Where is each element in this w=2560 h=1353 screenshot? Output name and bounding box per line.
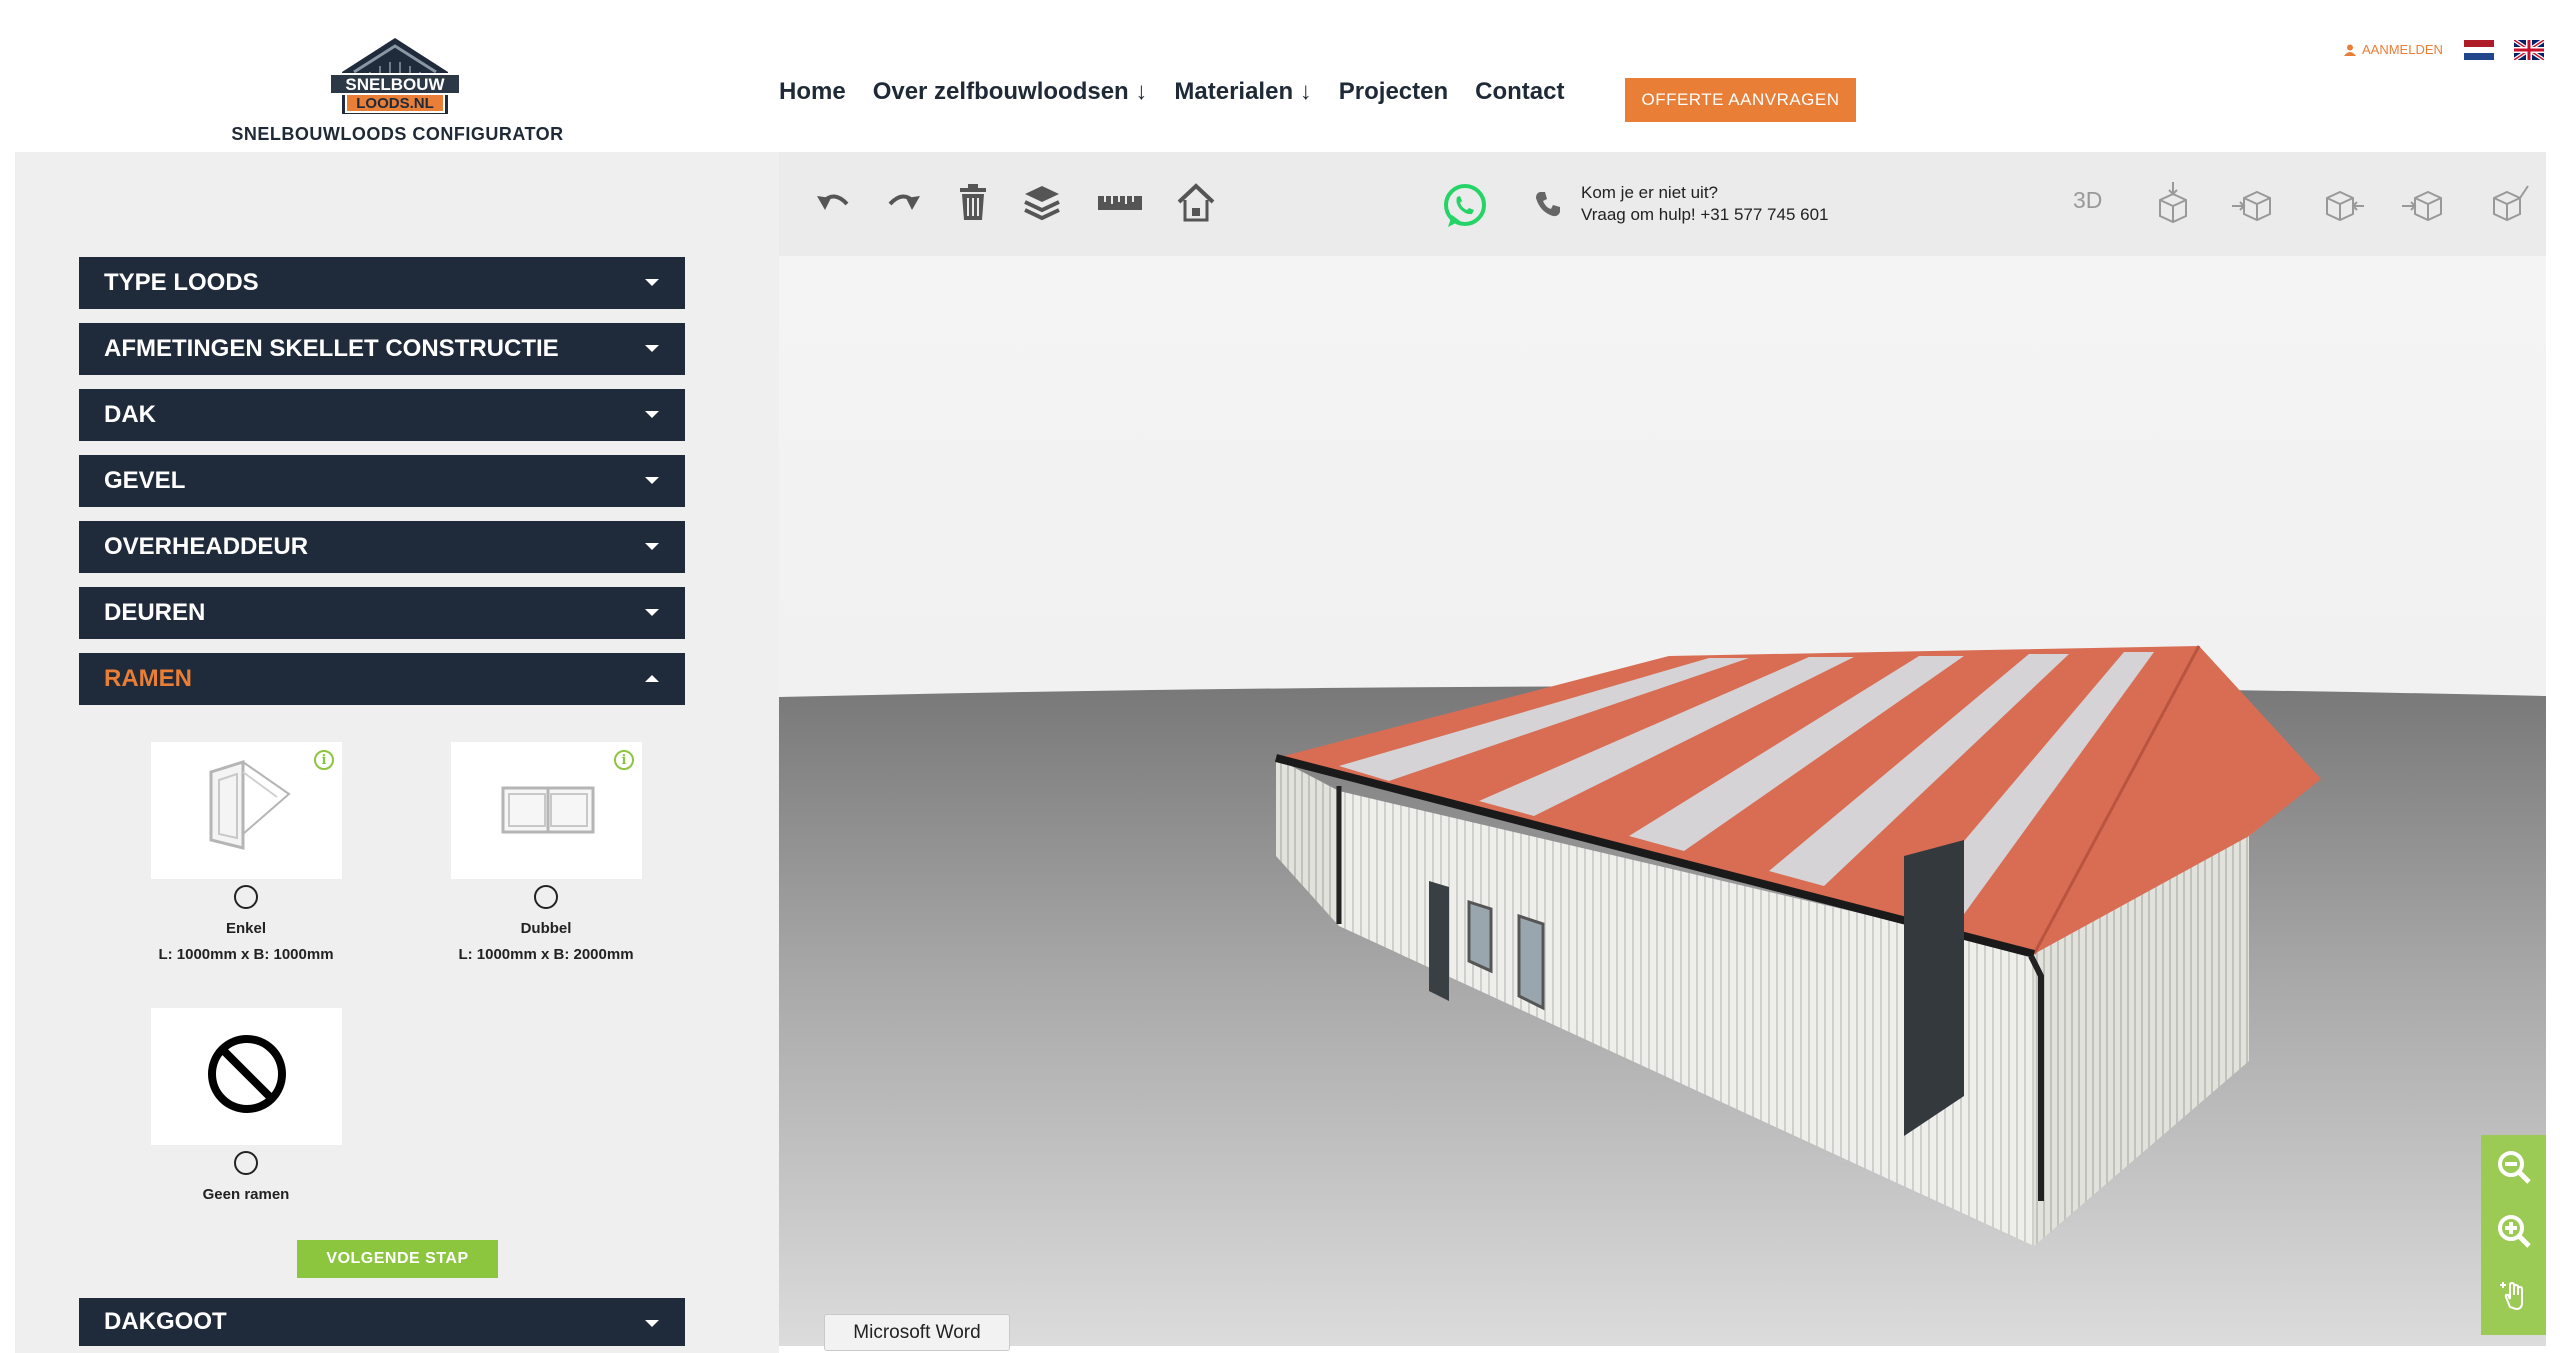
logo-text-1: SNELBOUW <box>345 75 445 94</box>
accordion-afmetingen[interactable]: AFMETINGEN SKELLET CONSTRUCTIE <box>79 323 685 375</box>
pan-button[interactable] <box>2481 1263 2546 1327</box>
caret-down-icon <box>645 1320 659 1327</box>
accordion-label: DAKGOOT <box>104 1308 227 1335</box>
zoom-in-button[interactable] <box>2481 1199 2546 1263</box>
option-card-dubbel[interactable]: i <box>451 742 642 879</box>
nl-flag-icon[interactable] <box>2464 40 2494 60</box>
accordion-label: RAMEN <box>104 665 192 692</box>
site-header: SNELBOUW LOODS.NL SNELBOUWLOODS CONFIGUR… <box>0 0 2560 152</box>
3d-viewer-canvas[interactable] <box>779 256 2546 1346</box>
zoom-in-icon <box>2497 1215 2531 1248</box>
taskbar-tooltip: Microsoft Word <box>824 1314 1010 1351</box>
whatsapp-icon[interactable] <box>1440 181 1490 231</box>
radio-geen-ramen[interactable] <box>234 1151 258 1175</box>
accordion-dak[interactable]: DAK <box>79 389 685 441</box>
nav-contact[interactable]: Contact <box>1475 78 1564 106</box>
pan-hand-icon <box>2499 1281 2523 1311</box>
info-icon[interactable]: i <box>314 750 334 770</box>
option-dimensions: L: 1000mm x B: 1000mm <box>158 946 334 963</box>
user-icon <box>2344 44 2356 56</box>
info-icon[interactable]: i <box>614 750 634 770</box>
option-name: Geen ramen <box>202 1186 290 1203</box>
nav-over-zelfbouwloodsen[interactable]: Over zelfbouwloodsen ↓ <box>873 78 1148 106</box>
accordion-deuren[interactable]: DEUREN <box>79 587 685 639</box>
accordion-gevel[interactable]: GEVEL <box>79 455 685 507</box>
undo-icon[interactable] <box>811 180 857 226</box>
accordion-overheaddeur[interactable]: OVERHEADDEUR <box>79 521 685 573</box>
next-step-button[interactable]: VOLGENDE STAP <box>297 1240 498 1278</box>
accordion-label: OVERHEADDEUR <box>104 533 309 560</box>
help-text: Kom je er niet uit? Vraag om hulp! +31 5… <box>1581 182 1828 226</box>
radio-enkel[interactable] <box>234 885 258 909</box>
view-left-icon[interactable] <box>2400 180 2446 226</box>
radio-dubbel[interactable] <box>534 885 558 909</box>
help-line-2: Vraag om hulp! +31 577 745 601 <box>1581 205 1829 224</box>
zoom-out-button[interactable] <box>2481 1135 2546 1199</box>
no-windows-icon <box>208 1035 286 1113</box>
accordion-ramen[interactable]: RAMEN <box>79 653 685 705</box>
option-name: Enkel <box>225 920 267 937</box>
accordion-type-loods[interactable]: TYPE LOODS <box>79 257 685 309</box>
offerte-aanvragen-button[interactable]: OFFERTE AANVRAGEN <box>1625 78 1856 122</box>
nav-home[interactable]: Home <box>779 78 846 106</box>
redo-icon[interactable] <box>880 180 926 226</box>
accordion-label: TYPE LOODS <box>104 269 259 296</box>
accordion-dakgoot[interactable]: DAKGOOT <box>79 1298 685 1346</box>
phone-icon <box>1536 192 1560 217</box>
view-3d-button[interactable]: 3D <box>2073 187 2102 214</box>
caret-down-icon <box>645 345 659 352</box>
layers-icon[interactable] <box>1019 180 1065 226</box>
option-card-enkel[interactable]: i <box>151 742 342 879</box>
nav-projecten[interactable]: Projecten <box>1339 78 1448 106</box>
view-perspective-icon[interactable] <box>2484 180 2530 226</box>
nav-materialen[interactable]: Materialen ↓ <box>1174 78 1311 106</box>
caret-down-icon <box>645 543 659 550</box>
caret-down-icon <box>645 609 659 616</box>
zoom-out-icon <box>2497 1151 2531 1184</box>
logo-text-2: LOODS.NL <box>356 95 434 112</box>
caret-down-icon <box>645 279 659 286</box>
option-dimensions: L: 1000mm x B: 2000mm <box>458 946 634 963</box>
configurator-title: SNELBOUWLOODS CONFIGURATOR <box>231 124 564 144</box>
login-label: AANMELDEN <box>2362 42 2443 57</box>
caret-up-icon <box>645 675 659 682</box>
view-right-icon[interactable] <box>2320 180 2366 226</box>
snelbouwloods-logo[interactable]: SNELBOUW LOODS.NL <box>320 30 470 120</box>
main-nav: Home Over zelfbouwloodsen ↓ Materialen ↓… <box>779 78 1565 106</box>
caret-down-icon <box>645 477 659 484</box>
view-front-icon[interactable] <box>2230 180 2276 226</box>
login-link[interactable]: AANMELDEN <box>2344 42 2443 57</box>
uk-flag-icon[interactable] <box>2514 40 2544 60</box>
accordion-label: DAK <box>104 401 156 428</box>
accordion-label: AFMETINGEN SKELLET CONSTRUCTIE <box>104 335 559 362</box>
accordion-label: GEVEL <box>104 467 186 494</box>
house-icon[interactable] <box>1173 180 1219 226</box>
option-card-geen-ramen[interactable] <box>151 1008 342 1145</box>
help-line-1: Kom je er niet uit? <box>1581 183 1719 202</box>
trash-icon[interactable] <box>950 180 996 226</box>
accordion-label: DEUREN <box>104 599 206 626</box>
option-name: Dubbel <box>520 920 572 937</box>
caret-down-icon <box>645 411 659 418</box>
ruler-icon[interactable] <box>1097 180 1143 226</box>
view-top-icon[interactable] <box>2150 180 2196 226</box>
